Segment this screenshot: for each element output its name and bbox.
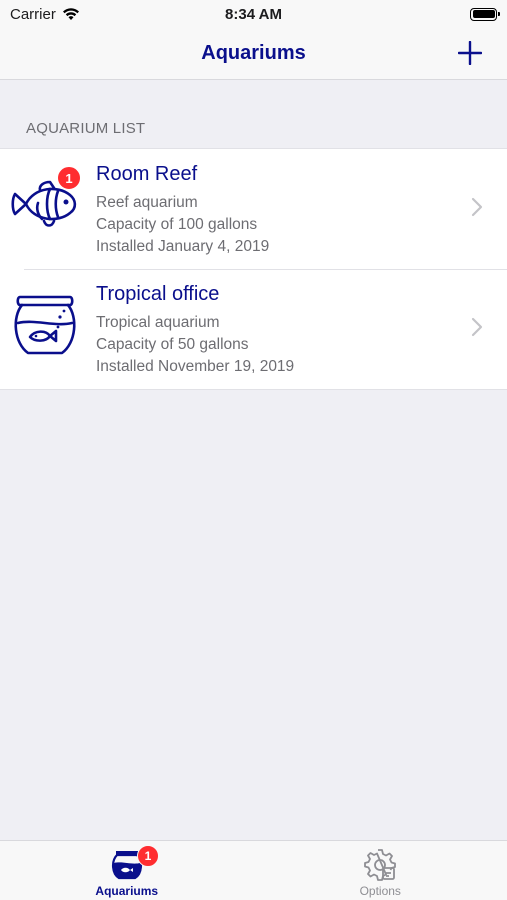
aquarium-capacity: Capacity of 50 gallons [96,336,249,353]
tab-options[interactable]: Options [254,841,507,900]
aquarium-name: Room Reef [96,163,198,185]
status-bar: Carrier 8:34 AM [0,0,507,28]
aquarium-row-tropical-office[interactable]: Tropical office Tropical aquarium Capaci… [0,269,507,389]
chevron-right-icon [471,197,483,217]
aquarium-installed-date: Installed January 4, 2019 [96,238,270,255]
tab-label: Options [359,884,401,898]
fishbowl-icon [14,295,76,355]
gear-icon [364,849,397,881]
tab-label: Aquariums [95,884,159,898]
wifi-icon [62,8,79,20]
tab-aquariums[interactable]: 1 Aquariums [0,841,254,900]
tab-bar: 1 Aquariums Options [0,840,507,900]
aquarium-type: Reef aquarium [96,194,198,211]
aquarium-capacity: Capacity of 100 gallons [96,216,258,233]
battery-icon [470,7,500,21]
carrier-info: Carrier [10,6,80,23]
chevron-right-icon [471,317,483,337]
page-title: Aquariums [201,42,306,64]
aquarium-row-room-reef[interactable]: 1 Room Reef Reef aquarium Capacity of 10… [0,149,507,269]
notification-badge: 1 [57,166,81,190]
carrier-label: Carrier [10,5,56,23]
add-aquarium-button[interactable] [455,38,485,68]
navigation-bar: Aquariums [0,28,507,80]
aquarium-list: 1 Room Reef Reef aquarium Capacity of 10… [0,148,507,390]
aquarium-type: Tropical aquarium [96,314,220,331]
aquarium-details: Tropical office Tropical aquarium Capaci… [96,283,294,378]
aquarium-installed-date: Installed November 19, 2019 [96,358,295,375]
notification-badge: 1 [137,845,159,867]
aquarium-name: Tropical office [96,283,220,305]
section-header: AQUARIUM LIST [26,120,146,137]
aquarium-details: Room Reef Reef aquarium Capacity of 100 … [96,163,269,258]
plus-icon [458,41,482,65]
